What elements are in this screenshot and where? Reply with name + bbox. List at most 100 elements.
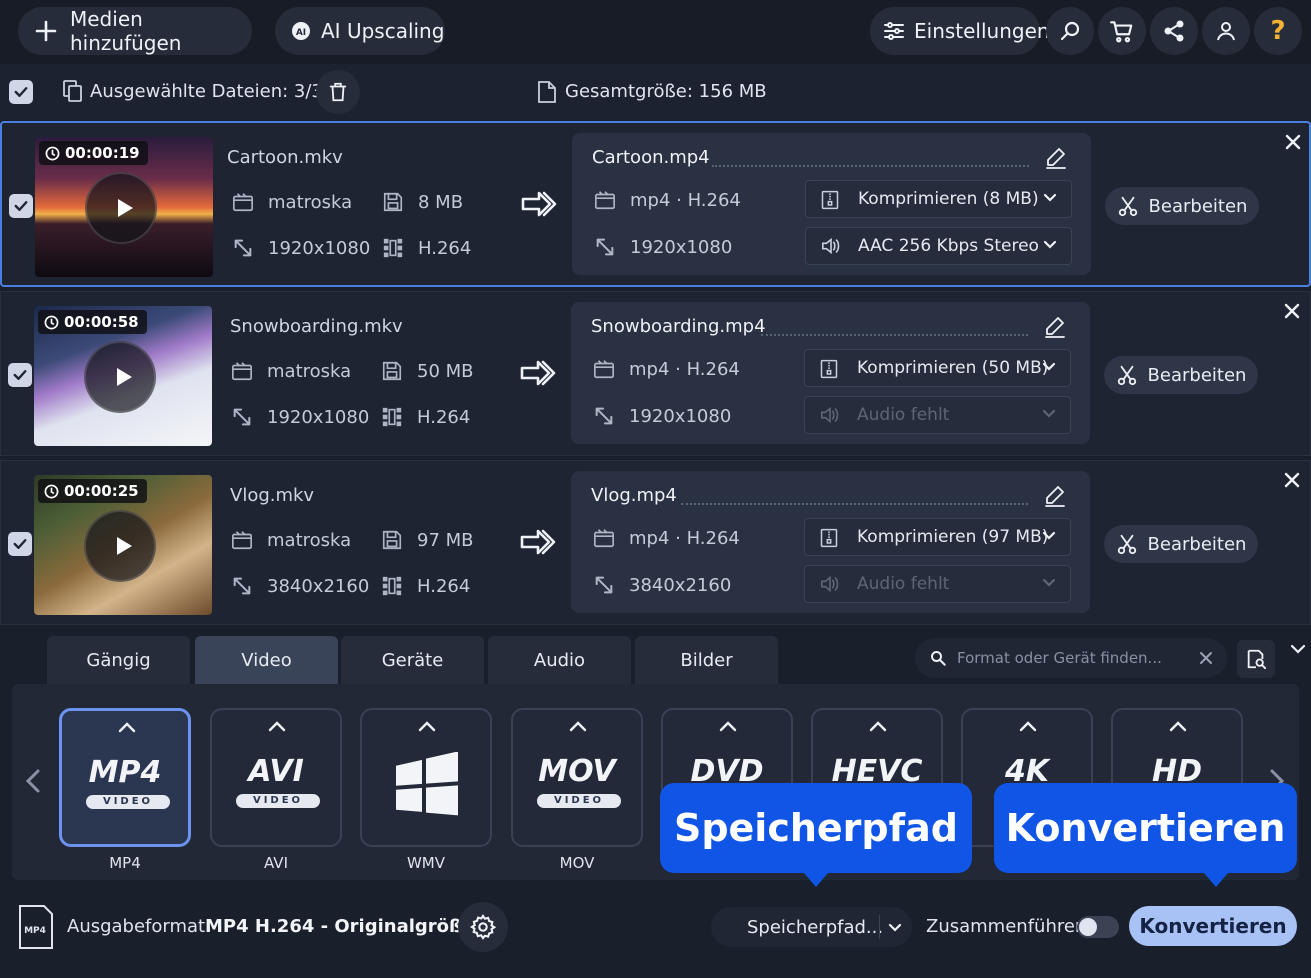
chevron-up-icon[interactable]: [418, 720, 436, 732]
selection-bar: Ausgewählte Dateien: 3/3 Gesamtgröße: 15…: [0, 64, 1311, 120]
cart-button[interactable]: [1098, 7, 1146, 55]
disk-icon: [381, 360, 403, 382]
file-row[interactable]: 00:00:25 Vlog.mkv matroska 97 MB 3840x21…: [0, 460, 1311, 625]
remove-file-close-icon[interactable]: [1284, 133, 1302, 151]
save-path-dropdown[interactable]: Speicherpfad...: [711, 907, 912, 947]
output-filename: Vlog.mp4: [591, 485, 677, 506]
play-button[interactable]: [84, 510, 156, 582]
compress-dropdown[interactable]: Komprimieren (8 MB): [805, 180, 1072, 218]
audio-text: Audio fehlt: [857, 405, 950, 425]
video-badge: VIDEO: [86, 795, 170, 809]
format-settings-button[interactable]: [458, 902, 508, 952]
search-button[interactable]: [1046, 7, 1094, 55]
source-size: 97 MB: [381, 529, 474, 551]
chevron-up-icon[interactable]: [118, 721, 136, 733]
audio-dropdown[interactable]: AAC 256 Kbps Stereo: [805, 227, 1072, 265]
play-button[interactable]: [84, 341, 156, 413]
chevron-up-icon[interactable]: [1169, 720, 1187, 732]
plus-icon: [34, 19, 58, 43]
remove-file-close-icon[interactable]: [1283, 471, 1301, 489]
select-all-checkbox[interactable]: [9, 80, 33, 104]
source-filename: Vlog.mkv: [230, 485, 315, 506]
chevron-down-icon: [1042, 529, 1056, 543]
format-card-wmv[interactable]: [360, 708, 492, 847]
compress-dropdown[interactable]: Komprimieren (50 MB): [804, 349, 1071, 387]
collapse-chevron-icon[interactable]: [1289, 640, 1307, 658]
speaker-icon: [819, 405, 841, 425]
codec-text: H.264: [418, 237, 472, 259]
play-icon: [109, 194, 137, 222]
search-icon: [931, 651, 946, 666]
tab-video[interactable]: Video: [195, 636, 338, 684]
format-logo: AVI: [248, 754, 304, 789]
clear-icon[interactable]: [1199, 651, 1213, 665]
resolution-text: 1920x1080: [268, 237, 371, 259]
convert-button[interactable]: Konvertieren: [1129, 906, 1297, 946]
file-row[interactable]: 00:00:58 Snowboarding.mkv matroska 50 MB…: [0, 291, 1311, 456]
settings-button[interactable]: Einstellungen: [870, 7, 1050, 55]
format-label: AVI: [264, 854, 288, 872]
output-format-label: Ausgabeformat:: [67, 916, 212, 937]
video-thumbnail[interactable]: 00:00:25: [34, 475, 212, 615]
file-checkbox[interactable]: [8, 363, 32, 387]
compress-text: Komprimieren (97 MB): [857, 527, 1049, 547]
play-button[interactable]: [85, 172, 157, 244]
file-row[interactable]: 00:00:19 Cartoon.mkv matroska 8 MB 1920x…: [0, 121, 1311, 287]
source-resolution: 1920x1080: [231, 406, 369, 428]
delete-button[interactable]: [316, 70, 360, 114]
output-filename: Snowboarding.mp4: [591, 316, 766, 337]
format-search[interactable]: Format oder Gerät finden...: [915, 638, 1227, 678]
divider: [879, 915, 880, 939]
tab-common[interactable]: Gängig: [47, 636, 190, 684]
rename-pencil-icon[interactable]: [1043, 314, 1067, 338]
rename-pencil-icon[interactable]: [1044, 145, 1068, 169]
chevron-up-icon[interactable]: [569, 720, 587, 732]
format-card-mov[interactable]: MOV VIDEO: [511, 708, 643, 847]
file-checkbox[interactable]: [8, 532, 32, 556]
chevron-up-icon[interactable]: [869, 720, 887, 732]
search-icon: [1060, 21, 1080, 41]
format-label: MOV: [559, 854, 595, 872]
resize-icon: [593, 405, 615, 427]
chevron-up-icon[interactable]: [719, 720, 737, 732]
check-icon: [13, 370, 27, 380]
size-text: 8 MB: [418, 191, 464, 213]
add-media-button[interactable]: Medien hinzufügen: [18, 7, 252, 55]
custom-format-button[interactable]: [1237, 640, 1275, 678]
format-card-mp4[interactable]: MP4 VIDEO: [59, 708, 191, 847]
file-checkbox[interactable]: [9, 194, 33, 218]
help-button[interactable]: ?: [1254, 7, 1302, 55]
convert-label: Konvertieren: [1139, 914, 1287, 938]
film-icon: [231, 360, 253, 382]
merge-toggle[interactable]: [1077, 916, 1119, 938]
ai-upscaling-button[interactable]: AI AI Upscaling: [275, 7, 445, 55]
duration-text: 00:00:58: [64, 313, 139, 331]
carousel-prev-icon[interactable]: [24, 768, 42, 794]
format-card-avi[interactable]: AVI VIDEO: [210, 708, 342, 847]
account-button[interactable]: [1202, 7, 1250, 55]
chevron-up-icon[interactable]: [1019, 720, 1037, 732]
toggle-knob: [1079, 918, 1097, 936]
chevron-down-icon: [1042, 407, 1056, 421]
scissors-icon: [1116, 533, 1138, 555]
video-thumbnail[interactable]: 00:00:19: [35, 137, 213, 277]
video-thumbnail[interactable]: 00:00:58: [34, 306, 212, 446]
ai-chip-icon: AI: [289, 19, 313, 43]
edit-button[interactable]: Bearbeiten: [1104, 525, 1258, 563]
tab-audio[interactable]: Audio: [488, 636, 631, 684]
chevron-up-icon[interactable]: [268, 720, 286, 732]
tab-devices[interactable]: Geräte: [341, 636, 484, 684]
rename-pencil-icon[interactable]: [1043, 483, 1067, 507]
trash-icon: [329, 82, 347, 102]
edit-button[interactable]: Bearbeiten: [1105, 187, 1259, 225]
tab-images[interactable]: Bilder: [635, 636, 778, 684]
codec-icon: [381, 575, 403, 597]
resize-icon: [594, 236, 616, 258]
compress-dropdown[interactable]: Komprimieren (97 MB): [804, 518, 1071, 556]
remove-file-close-icon[interactable]: [1283, 302, 1301, 320]
edit-label: Bearbeiten: [1148, 195, 1248, 217]
play-icon: [108, 532, 136, 560]
source-filename: Snowboarding.mkv: [230, 316, 403, 337]
share-button[interactable]: [1150, 7, 1198, 55]
edit-button[interactable]: Bearbeiten: [1104, 356, 1258, 394]
